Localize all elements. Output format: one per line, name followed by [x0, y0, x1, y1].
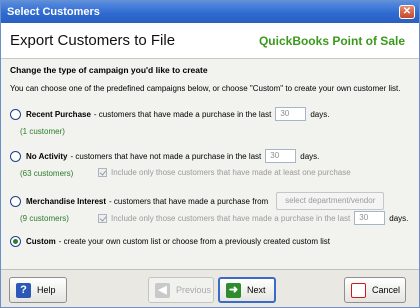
no-activity-count: (63 customers)	[20, 169, 74, 178]
help-button[interactable]: ? Help	[9, 277, 67, 303]
select-department-vendor-button[interactable]: select department/vendor	[276, 192, 385, 210]
next-button[interactable]: ➜ Next	[218, 277, 276, 303]
merchandise-interest-include-checkbox[interactable]	[98, 213, 107, 223]
cancel-label: Cancel	[372, 285, 401, 295]
recent-purchase-days-input[interactable]: 30	[275, 107, 307, 121]
title-bar: Select Customers ✕	[1, 1, 419, 23]
close-icon[interactable]: ✕	[399, 5, 415, 19]
option-no-activity[interactable]: No Activity - customers that have not ma…	[10, 149, 319, 163]
recent-purchase-desc: - customers that have made a purchase in…	[93, 109, 272, 119]
option-custom[interactable]: Custom - create your own custom list or …	[10, 236, 330, 247]
no-activity-radio[interactable]	[10, 150, 21, 162]
custom-desc: - create your own custom list or choose …	[58, 237, 330, 246]
select-customers-window: Select Customers ✕ Export Customers to F…	[0, 0, 420, 308]
recent-purchase-count: (1 customer)	[20, 127, 65, 136]
no-activity-include-label: Include only those customers that have m…	[111, 168, 351, 177]
custom-title: Custom	[26, 237, 56, 246]
help-icon: ?	[16, 282, 31, 298]
help-label: Help	[37, 285, 56, 295]
merchandise-interest-title: Merchandise Interest	[26, 196, 107, 206]
merchandise-interest-days-suffix: days.	[389, 213, 409, 223]
option-recent-purchase[interactable]: Recent Purchase - customers that have ma…	[10, 107, 329, 121]
instructions-text: You can choose one of the predefined cam…	[10, 84, 401, 93]
custom-radio[interactable]	[10, 236, 21, 247]
cancel-button[interactable]: ⊘ Cancel	[344, 277, 406, 303]
recent-purchase-radio[interactable]	[10, 108, 21, 120]
section-heading: Change the type of campaign you'd like t…	[10, 65, 208, 75]
no-activity-title: No Activity	[26, 151, 68, 161]
cancel-icon: ⊘	[351, 282, 366, 298]
no-activity-include-option[interactable]: Include only those customers that have m…	[98, 168, 351, 177]
recent-purchase-title: Recent Purchase	[26, 109, 91, 119]
dialog-header: Export Customers to File QuickBooks Poin…	[1, 23, 419, 59]
window-title: Select Customers	[7, 6, 100, 18]
merchandise-interest-radio[interactable]	[10, 195, 21, 207]
previous-button[interactable]: ◀ Previous	[148, 277, 214, 303]
dialog-footer: ? Help ◀ Previous ➜ Next ⊘ Cancel	[1, 269, 419, 307]
no-activity-desc: - customers that have not made a purchas…	[70, 151, 262, 161]
merchandise-interest-include-label: Include only those customers that have m…	[111, 213, 351, 223]
no-activity-include-checkbox[interactable]	[98, 168, 107, 177]
recent-purchase-days-suffix: days.	[310, 109, 330, 119]
page-title: Export Customers to File	[10, 32, 176, 49]
previous-label: Previous	[176, 285, 212, 295]
campaign-options-panel: Change the type of campaign you'd like t…	[1, 59, 419, 269]
next-arrow-icon: ➜	[226, 282, 241, 298]
previous-arrow-icon: ◀	[155, 282, 170, 298]
brand-logo: QuickBooks Point of Sale	[258, 34, 405, 48]
option-merchandise-interest[interactable]: Merchandise Interest - customers that ha…	[10, 192, 385, 210]
merchandise-interest-count: (9 customers)	[20, 214, 69, 223]
no-activity-days-suffix: days.	[300, 151, 320, 161]
next-label: Next	[247, 285, 266, 295]
merchandise-interest-desc: - customers that have made a purchase fr…	[109, 196, 269, 206]
merchandise-interest-days-input[interactable]: 30	[354, 211, 386, 225]
no-activity-days-input[interactable]: 30	[265, 149, 297, 163]
merchandise-interest-include-option[interactable]: Include only those customers that have m…	[98, 211, 408, 225]
